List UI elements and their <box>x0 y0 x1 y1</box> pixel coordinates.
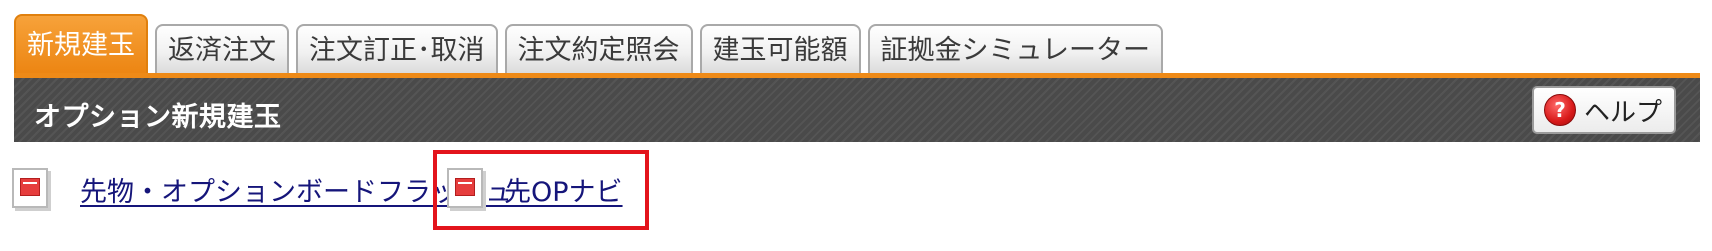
help-button-label: ヘルプ <box>1584 97 1663 128</box>
help-button[interactable]: ? ヘルプ <box>1532 86 1676 134</box>
section-header: オプション新規建玉 ? ヘルプ <box>14 78 1700 142</box>
tab-bar: 新規建玉 返済注文 注文訂正･取消 注文約定照会 建玉可能額 証拠金シミュレータ… <box>14 14 1170 74</box>
tab-margin-simulator[interactable]: 証拠金シミュレーター <box>867 24 1163 74</box>
tab-new-position[interactable]: 新規建玉 <box>14 14 148 74</box>
tab-order-correction-cancel[interactable]: 注文訂正･取消 <box>296 24 498 74</box>
page-title: オプション新規建玉 <box>34 102 282 133</box>
question-icon: ? <box>1544 94 1576 126</box>
tab-repayment-order[interactable]: 返済注文 <box>155 24 289 74</box>
highlight-box <box>433 150 649 230</box>
window-icon <box>12 168 48 208</box>
tab-position-capacity[interactable]: 建玉可能額 <box>699 24 861 74</box>
tab-order-execution-inquiry[interactable]: 注文約定照会 <box>504 24 693 74</box>
